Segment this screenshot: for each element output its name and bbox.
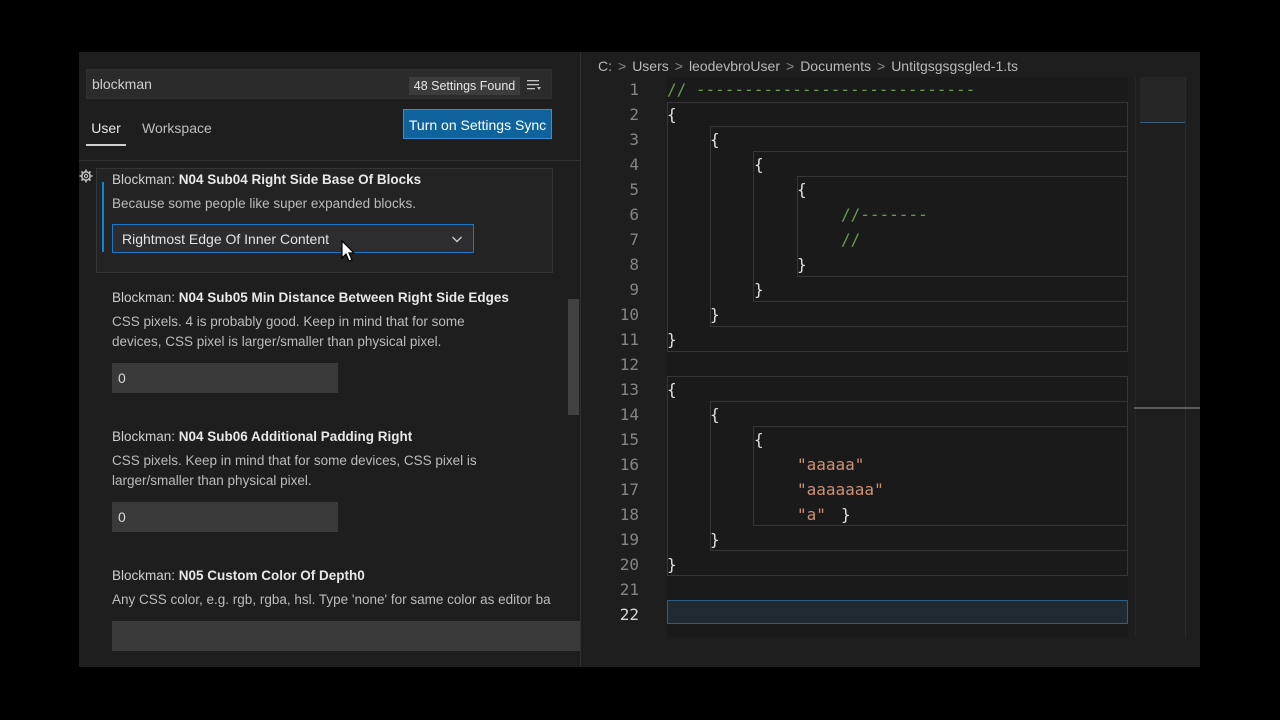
setting-name: N04 Sub04 Right Side Base Of Blocks	[178, 172, 422, 187]
setting-title: Blockman: N04 Sub06 Additional Padding R…	[112, 429, 412, 444]
input-value: 0	[118, 370, 126, 386]
minimap-divider	[1185, 77, 1186, 637]
code-brace: {	[667, 380, 677, 399]
tab-user[interactable]: User	[86, 112, 126, 146]
setting-description: Any CSS color, e.g. rgb, rgba, hsl. Type…	[112, 592, 551, 607]
chevron-right-icon: >	[877, 58, 886, 74]
code-string: "aaaaa"	[797, 455, 865, 474]
code-brace: {	[710, 405, 720, 424]
line-number: 2	[629, 105, 639, 124]
setting-title: Blockman: N05 Custom Color Of Depth0	[112, 568, 365, 583]
line-number: 5	[629, 180, 639, 199]
breadcrumb-item[interactable]: C:	[598, 58, 612, 74]
additional-padding-input[interactable]: 0	[112, 502, 338, 532]
code-brace: {	[667, 105, 677, 124]
search-value[interactable]: blockman	[92, 76, 152, 92]
line-number: 14	[619, 405, 639, 424]
line-number: 15	[619, 430, 639, 449]
right-side-base-select[interactable]: Rightmost Edge Of Inner Content	[112, 224, 474, 253]
line-number: 16	[619, 455, 639, 474]
line-number: 19	[619, 530, 639, 549]
line-number-active: 22	[619, 605, 639, 624]
setting-category: Blockman:	[112, 429, 179, 444]
line-number: 20	[619, 555, 639, 574]
code-brace: }	[797, 255, 807, 274]
chevron-right-icon: >	[674, 58, 683, 74]
line-number: 8	[629, 255, 639, 274]
vscode-window: blockman 48 Settings Found User Workspac…	[79, 52, 1200, 667]
chevron-down-icon	[452, 236, 462, 243]
setting-description: Because some people like super expanded …	[112, 196, 416, 211]
line-number: 13	[619, 380, 639, 399]
breadcrumb: C: > Users > leodevbroUser > Documents > Untitgs…	[598, 58, 1018, 74]
custom-color-input[interactable]	[112, 621, 581, 651]
gear-icon[interactable]	[79, 169, 93, 183]
breadcrumb-item[interactable]: Untitgsgsgsgled-1.ts	[891, 58, 1018, 74]
code-brace: }	[841, 505, 851, 524]
breadcrumb-item[interactable]: Users	[632, 58, 669, 74]
minimap-slider[interactable]	[1140, 77, 1186, 123]
line-number: 12	[619, 355, 639, 374]
code-string: "aaaaaaa"	[797, 480, 884, 499]
line-number: 9	[629, 280, 639, 299]
settings-editor: blockman 48 Settings Found User Workspac…	[79, 52, 581, 667]
setting-category: Blockman:	[112, 172, 179, 187]
line-number: 17	[619, 480, 639, 499]
setting-name: N04 Sub05 Min Distance Between Right Sid…	[178, 290, 509, 305]
line-number: 3	[629, 130, 639, 149]
line-number: 7	[629, 230, 639, 249]
setting-name: N04 Sub06 Additional Padding Right	[178, 429, 413, 444]
turn-on-settings-sync-button[interactable]: Turn on Settings Sync	[403, 109, 552, 139]
code-comment: // -----------------------------	[667, 80, 976, 99]
setting-title: Blockman: N04 Sub05 Min Distance Between…	[112, 290, 509, 305]
code-brace: {	[710, 130, 720, 149]
code-brace: }	[667, 555, 677, 574]
code-area[interactable]: // ----------------------------- { { { {…	[667, 77, 1128, 637]
filter-list-icon[interactable]	[526, 78, 542, 92]
tabs-divider	[79, 160, 581, 161]
line-number: 18	[619, 505, 639, 524]
code-brace: {	[754, 155, 764, 174]
chevron-right-icon: >	[618, 58, 627, 74]
code-comment: //-------	[841, 205, 928, 224]
min-distance-input[interactable]: 0	[112, 363, 338, 393]
settings-scrollbar[interactable]	[568, 299, 579, 415]
select-value: Rightmost Edge Of Inner Content	[122, 231, 329, 247]
setting-description: CSS pixels. Keep in mind that for some d…	[112, 453, 477, 468]
setting-description: larger/smaller than physical pixel.	[112, 473, 312, 488]
minimap[interactable]	[1135, 77, 1186, 637]
code-editor: C: > Users > leodevbroUser > Documents > Untitgs…	[581, 52, 1200, 667]
results-count-badge: 48 Settings Found	[409, 77, 520, 95]
mouse-pointer-icon	[341, 240, 356, 262]
breadcrumb-item[interactable]: Documents	[800, 58, 871, 74]
code-comment: //	[841, 230, 861, 249]
code-brace: }	[667, 330, 677, 349]
settings-search-input[interactable]: blockman 48 Settings Found	[86, 69, 552, 99]
code-brace: }	[710, 530, 720, 549]
focus-indicator	[102, 182, 104, 252]
setting-category: Blockman:	[112, 568, 179, 583]
line-number: 1	[629, 80, 639, 99]
code-brace: {	[797, 180, 807, 199]
setting-description: CSS pixels. 4 is probably good. Keep in …	[112, 314, 465, 329]
current-line-highlight	[667, 600, 1128, 624]
breadcrumb-item[interactable]: leodevbroUser	[689, 58, 780, 74]
setting-title: Blockman: N04 Sub04 Right Side Base Of B…	[112, 172, 421, 187]
line-number: 21	[619, 580, 639, 599]
code-string: "a"	[797, 505, 826, 524]
line-number: 4	[629, 155, 639, 174]
line-number: 11	[619, 330, 639, 349]
setting-category: Blockman:	[112, 290, 179, 305]
scroll-position-marker	[1134, 407, 1200, 409]
line-number: 6	[629, 205, 639, 224]
code-brace: }	[754, 280, 764, 299]
input-value: 0	[118, 509, 126, 525]
chevron-right-icon: >	[786, 58, 795, 74]
setting-name: N05 Custom Color Of Depth0	[178, 568, 365, 583]
tab-workspace[interactable]: Workspace	[142, 112, 212, 146]
line-number: 10	[619, 305, 639, 324]
code-brace: {	[754, 430, 764, 449]
code-brace: }	[710, 305, 720, 324]
setting-description: devices, CSS pixel is larger/smaller tha…	[112, 334, 442, 349]
